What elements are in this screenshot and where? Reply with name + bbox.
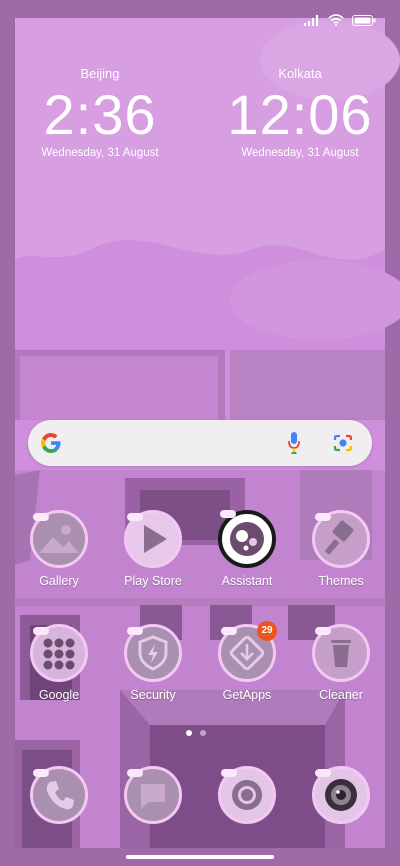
app-label: Themes: [318, 574, 364, 588]
clock-city: Beijing: [80, 66, 120, 81]
app-label: Play Store: [124, 574, 182, 588]
page-indicator: [186, 730, 206, 736]
search-bar[interactable]: [28, 420, 372, 466]
app-label: Gallery: [39, 574, 79, 588]
page-dot-active: [186, 730, 192, 736]
battery-icon: [352, 14, 376, 26]
notification-badge: 29: [257, 621, 277, 641]
app-security[interactable]: Security: [108, 624, 198, 702]
app-label: Google: [38, 688, 80, 702]
assistant-icon: [218, 510, 276, 568]
app-label: Assistant: [221, 574, 273, 588]
wifi-icon: [328, 14, 344, 26]
status-bar: [0, 0, 400, 40]
clock-date: Wednesday, 31 August: [241, 147, 359, 159]
status-icons: [304, 14, 376, 26]
messages-icon: [124, 766, 182, 824]
home-indicator[interactable]: [126, 855, 274, 859]
clock-beijing[interactable]: Beijing 2:36 Wednesday, 31 August: [10, 66, 190, 159]
play-store-icon: [124, 510, 182, 568]
clock-kolkata[interactable]: Kolkata 12:06 Wednesday, 31 August: [210, 66, 390, 159]
gallery-icon: [30, 510, 88, 568]
lens-camera-icon[interactable]: [332, 432, 354, 454]
app-getapps[interactable]: 29 GetApps: [202, 621, 292, 702]
dock-camera[interactable]: [296, 766, 386, 824]
page-dot: [200, 730, 206, 736]
clock-date: Wednesday, 31 August: [41, 147, 159, 159]
browser-icon: [218, 766, 276, 824]
phone-icon: [30, 766, 88, 824]
clock-time: 2:36: [43, 83, 157, 146]
app-themes[interactable]: Themes: [296, 510, 386, 588]
microphone-icon[interactable]: [287, 431, 301, 455]
app-label: Cleaner: [319, 688, 363, 702]
app-assistant[interactable]: Assistant: [202, 510, 292, 588]
getapps-icon: 29: [218, 621, 277, 682]
app-label: Security: [130, 688, 176, 702]
dock-messages[interactable]: [108, 766, 198, 824]
camera-icon: [312, 766, 370, 824]
security-icon: [124, 624, 182, 682]
themes-icon: [312, 510, 370, 568]
app-label: GetApps: [222, 688, 272, 702]
clock-city: Kolkata: [278, 66, 322, 81]
clock-time: 12:06: [227, 83, 373, 146]
app-gallery[interactable]: Gallery: [14, 510, 104, 588]
google-logo-icon: [41, 433, 61, 453]
app-play-store[interactable]: Play Store: [108, 510, 198, 588]
app-google-folder[interactable]: Google: [14, 624, 104, 702]
dock-browser[interactable]: [202, 766, 292, 824]
cleaner-icon: [312, 624, 370, 682]
dock-phone[interactable]: [14, 766, 104, 824]
signal-icon: [304, 14, 318, 26]
app-cleaner[interactable]: Cleaner: [296, 624, 386, 702]
google-folder-icon: [30, 624, 88, 682]
